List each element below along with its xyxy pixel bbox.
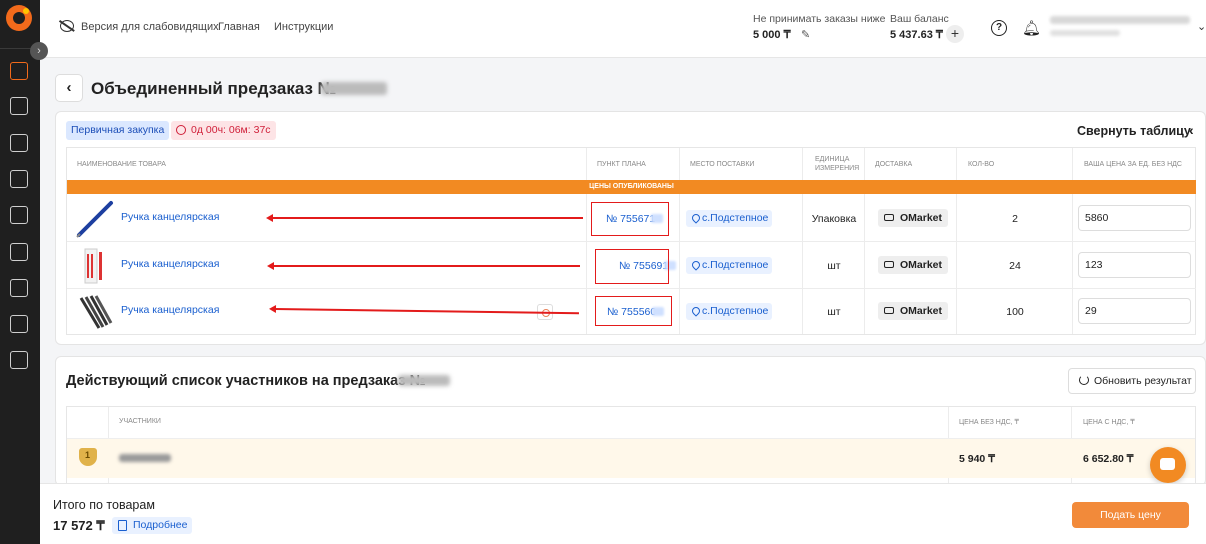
order-number-redacted — [321, 82, 387, 95]
trophy-icon — [79, 448, 97, 466]
th-delivery: Доставка — [875, 161, 913, 168]
unit-cell: шт — [827, 306, 841, 318]
help-icon[interactable]: ? — [991, 20, 1007, 36]
product-image[interactable] — [75, 292, 115, 332]
th-participants: Участники — [119, 418, 161, 425]
unit-cell: шт — [827, 260, 841, 272]
product-link[interactable]: Ручка канцелярская — [121, 304, 219, 316]
product-link[interactable]: Ручка канцелярская — [121, 258, 219, 270]
th-plan: Пункт плана — [597, 161, 646, 168]
back-button[interactable]: ‹ — [55, 74, 83, 102]
th-name: Наименование товара — [77, 161, 166, 168]
clock-icon — [176, 125, 186, 135]
collapse-table-button[interactable]: Свернуть таблицу — [1077, 124, 1191, 138]
qty-cell: 2 — [1012, 213, 1018, 225]
th-place: Место поставки — [690, 161, 755, 168]
th-price-vat: Цена с НДС, ₸ — [1083, 419, 1135, 426]
total-value: 17 572 ₸ — [53, 518, 105, 533]
timer-badge: 0д 00ч: 06м: 37с — [171, 121, 276, 140]
annotation-arrow — [266, 214, 583, 221]
chevron-left-icon[interactable]: ‹ — [1189, 122, 1194, 138]
price-input[interactable] — [1078, 298, 1191, 324]
user-name[interactable] — [1050, 16, 1190, 24]
accessibility-link[interactable]: Версия для слабовидящих — [81, 21, 219, 33]
annotation-box — [595, 249, 669, 284]
balance-label: Ваш баланс — [890, 13, 949, 25]
min-order-value: 5 000 ₸ — [753, 29, 791, 41]
document-icon[interactable] — [118, 520, 127, 531]
annotation-arrow — [267, 262, 580, 269]
add-product-icon[interactable] — [10, 243, 28, 261]
submit-price-button[interactable]: Подать цену — [1072, 502, 1189, 528]
th-price-no-vat: Цена без НДС, ₸ — [959, 419, 1019, 426]
th-price: Ваша цена за ед. без НДС — [1084, 161, 1182, 168]
product-link[interactable]: Ручка канцелярская — [121, 211, 219, 223]
status-bar: Цены опубликованы — [67, 180, 1196, 194]
balance-value: 5 437.63 ₸ — [890, 29, 943, 41]
purchase-type-badge: Первичная закупка — [66, 121, 170, 140]
reports-icon[interactable] — [10, 315, 28, 333]
bank-icon[interactable] — [10, 279, 28, 297]
users-icon[interactable] — [10, 351, 28, 369]
order-number-redacted — [398, 375, 450, 386]
truck-icon — [884, 214, 894, 221]
price-no-vat: 5 940 ₸ — [959, 453, 995, 465]
annotation-box — [595, 296, 672, 326]
nav-home[interactable]: Главная — [218, 21, 260, 33]
qty-cell: 100 — [1006, 306, 1024, 318]
chevron-down-icon[interactable]: ⌄ — [1197, 20, 1206, 33]
contracts-icon[interactable] — [10, 206, 28, 224]
th-qty: Кол-во — [968, 161, 995, 168]
eye-off-icon[interactable] — [60, 20, 74, 32]
price-input[interactable] — [1078, 205, 1191, 231]
logo[interactable] — [6, 5, 32, 31]
edit-pencil-icon[interactable]: ✎ — [801, 28, 810, 41]
refresh-icon[interactable] — [1079, 375, 1089, 385]
participant-row — [67, 438, 1195, 478]
documents-icon[interactable] — [10, 134, 28, 152]
orders-icon[interactable] — [10, 62, 28, 80]
page-title: Объединенный предзаказ № — [91, 79, 337, 98]
sidebar-expand-button[interactable]: › — [30, 42, 48, 60]
sidebar — [0, 0, 40, 544]
truck-icon — [884, 261, 894, 268]
user-subtitle — [1050, 30, 1120, 36]
preorders-icon[interactable] — [10, 97, 28, 115]
chat-icon[interactable] — [1150, 447, 1186, 483]
participant-name-redacted — [119, 454, 171, 462]
products-icon[interactable] — [10, 170, 28, 188]
product-image[interactable] — [75, 246, 115, 286]
price-vat: 6 652.80 ₸ — [1083, 453, 1134, 465]
product-image[interactable] — [75, 199, 115, 239]
nav-instructions[interactable]: Инструкции — [274, 21, 333, 33]
unit-cell: Упаковка — [811, 213, 857, 225]
total-label: Итого по товарам — [53, 498, 155, 512]
truck-icon — [884, 307, 894, 314]
qty-cell: 24 — [1009, 260, 1021, 272]
min-order-label: Не принимать заказы ниже — [753, 13, 886, 25]
price-input[interactable] — [1078, 252, 1191, 278]
annotation-box — [591, 202, 669, 236]
th-unit: Единица измерения — [815, 156, 860, 172]
top-up-button[interactable]: + — [946, 25, 964, 43]
participants-title: Действующий список участников на предзак… — [66, 373, 426, 389]
footer-bar — [40, 483, 1206, 544]
bell-icon[interactable]: 🔔︎ — [1022, 19, 1041, 37]
